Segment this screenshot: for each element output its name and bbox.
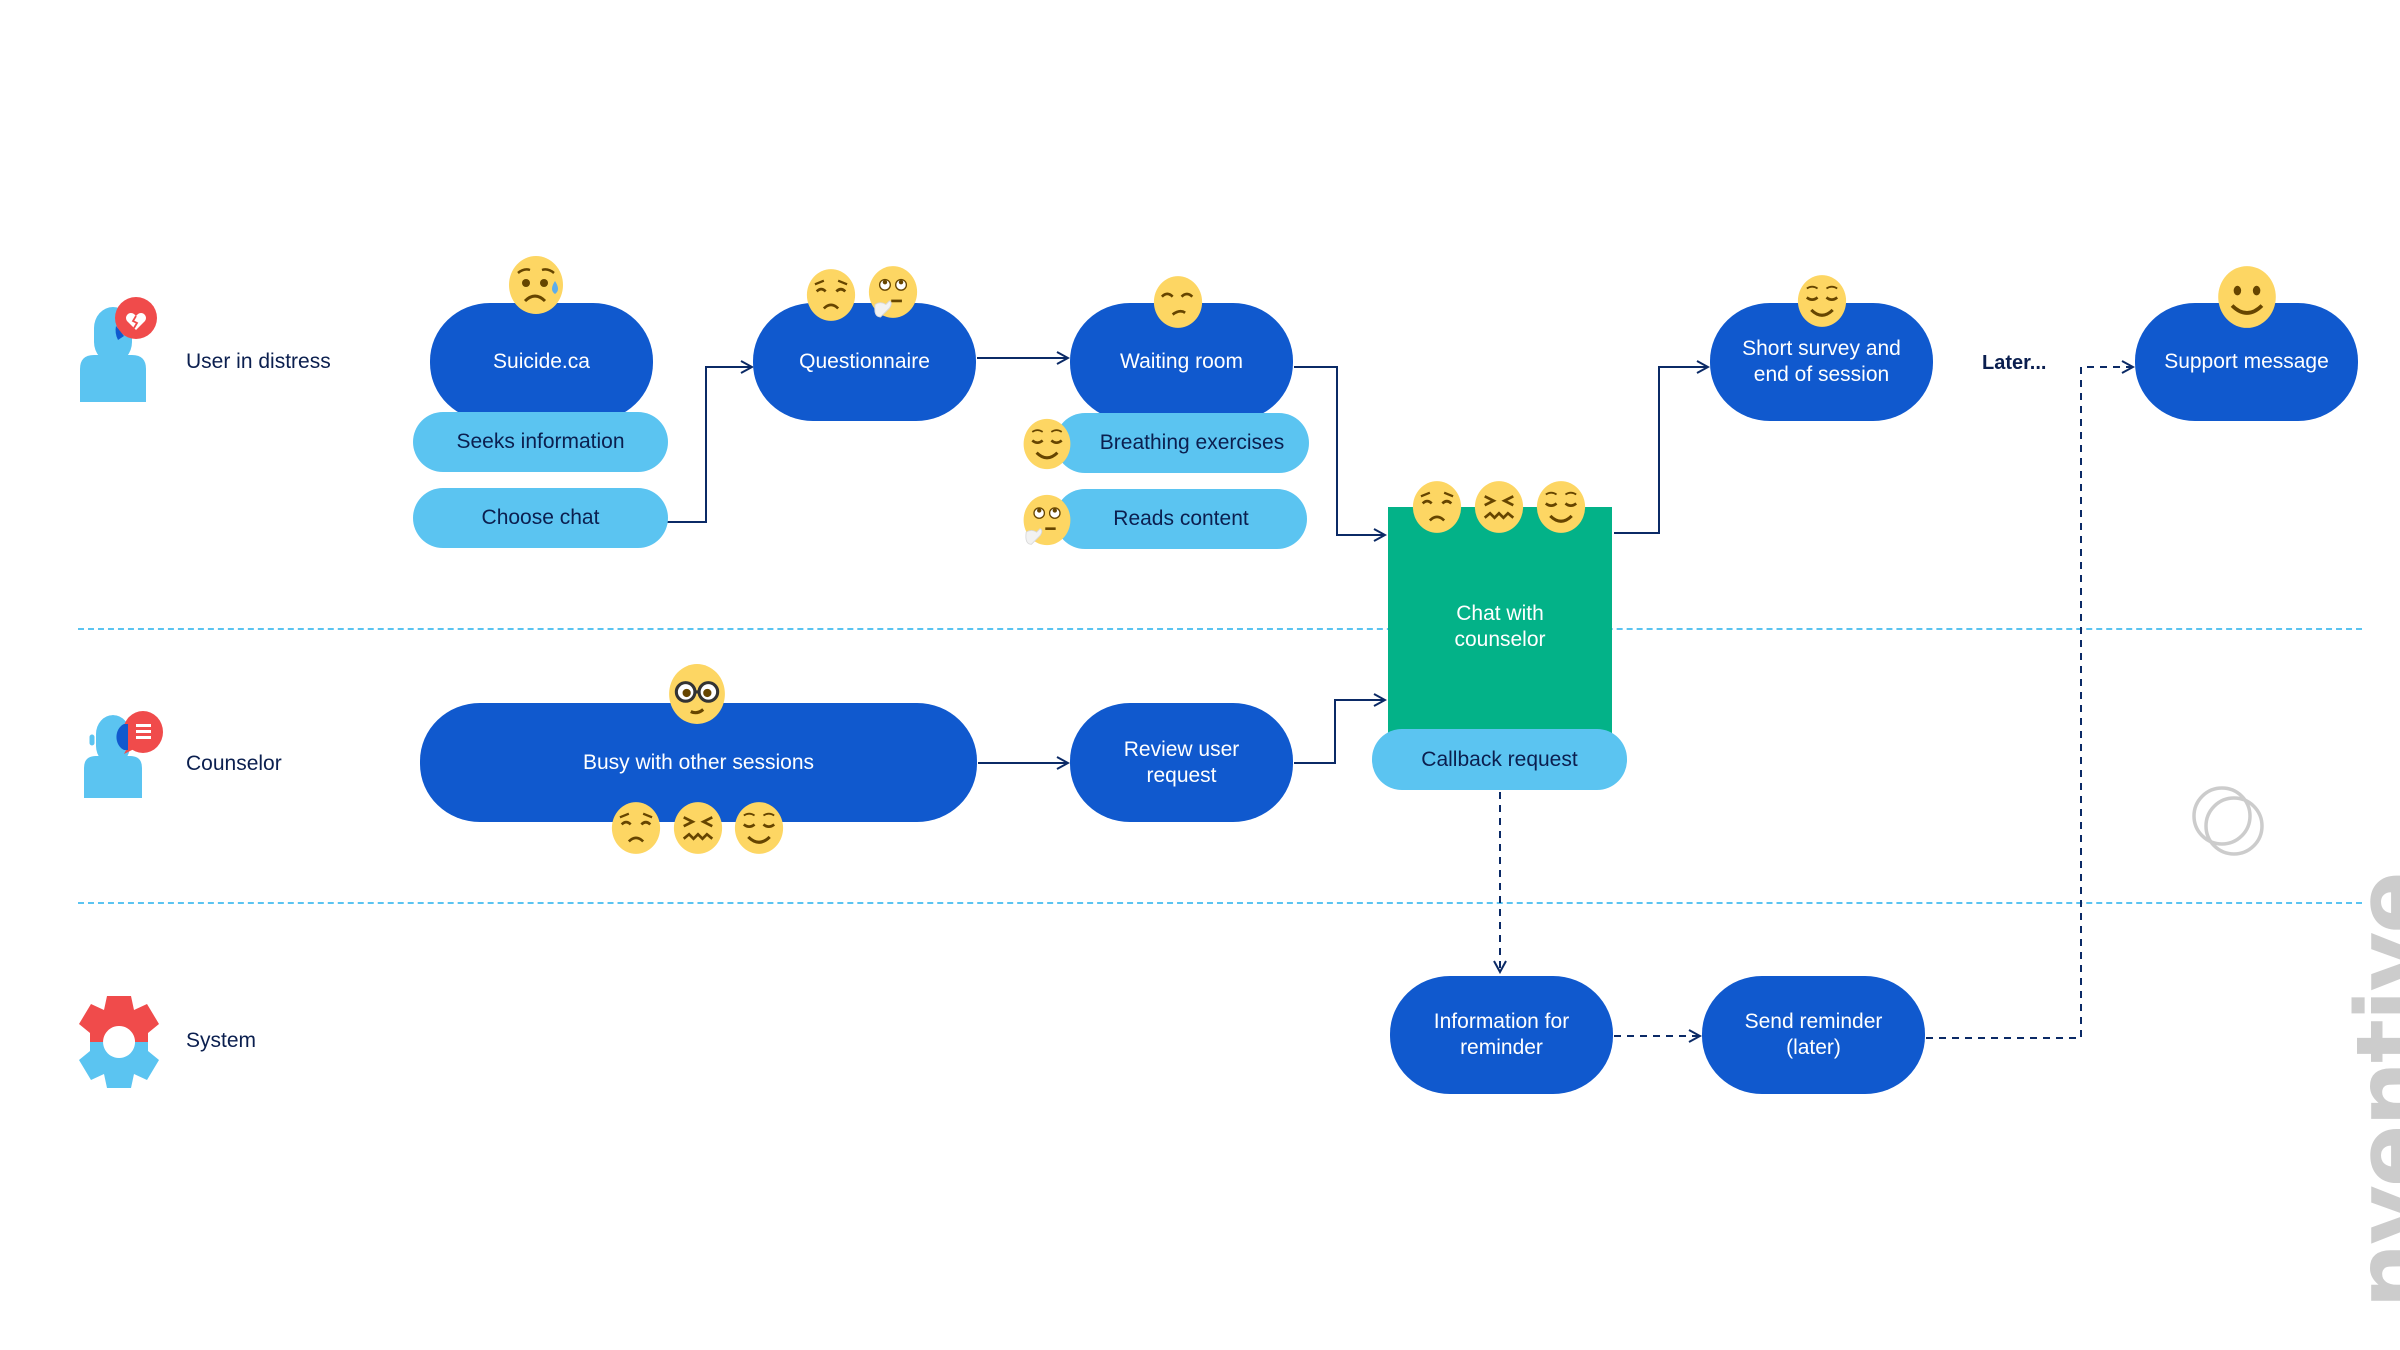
relieved-face-icon xyxy=(1536,481,1586,533)
node-chat-with-counselor[interactable]: Chat with counselor xyxy=(1388,507,1612,747)
node-review-user-request[interactable]: Review user request xyxy=(1070,703,1293,822)
pill-reads-content-label: Reads content xyxy=(1113,507,1249,530)
node-busy-label: Busy with other sessions xyxy=(582,750,815,774)
pill-seeks-information[interactable]: Seeks information xyxy=(413,412,668,472)
node-review-label: Review user request xyxy=(1123,737,1240,787)
connectors xyxy=(667,0,2400,1350)
pill-callback-request[interactable]: Callback request xyxy=(1372,729,1627,790)
node-send-reminder-label: Send reminder (later) xyxy=(1744,1010,1883,1059)
node-suicide-ca-label: Suicide.ca xyxy=(493,350,590,373)
relieved-face-icon xyxy=(1023,418,1071,470)
node-info-reminder-label: Information for reminder xyxy=(1433,1010,1570,1059)
unamused-face-icon xyxy=(1153,276,1203,328)
nerd-glasses-face-icon xyxy=(669,664,725,724)
node-short-survey-label: Short survey and end of session xyxy=(1742,337,1901,386)
node-chat-with-counselor-label: Chat with counselor xyxy=(1454,602,1546,651)
confounded-face-icon xyxy=(1474,481,1524,533)
pill-choose-chat-label: Choose chat xyxy=(481,506,600,529)
node-suicide-ca[interactable]: Suicide.ca xyxy=(430,303,653,421)
thinking-face-icon xyxy=(1023,494,1071,546)
pensive-face-icon xyxy=(1412,481,1462,533)
thinking-face-icon xyxy=(868,266,918,318)
arrow-send-reminder-to-support xyxy=(1926,367,2133,1039)
relieved-face-icon xyxy=(734,802,784,854)
pensive-face-icon xyxy=(611,802,661,854)
smiling-face-icon xyxy=(2218,266,2276,328)
node-support-message-label: Support message xyxy=(2164,350,2329,373)
node-questionnaire[interactable]: Questionnaire xyxy=(753,303,976,421)
sad-sweat-face-icon xyxy=(509,256,563,314)
confounded-face-icon xyxy=(673,802,723,854)
relieved-face-icon xyxy=(1797,275,1847,327)
pill-breathing-exercises-label: Breathing exercises xyxy=(1099,431,1285,454)
later-text: Later... xyxy=(1982,352,2047,374)
node-waiting-room-label: Waiting room xyxy=(1120,350,1243,373)
pill-callback-request-label: Callback request xyxy=(1421,747,1578,771)
node-send-reminder[interactable]: Send reminder (later) xyxy=(1702,976,1925,1094)
pill-breathing-exercises[interactable]: Breathing exercises xyxy=(1055,413,1309,473)
arrow-choose-chat-to-questionnaire xyxy=(667,367,752,523)
arrow-chat-to-survey xyxy=(1614,367,1708,534)
nventive-rings-icon xyxy=(2192,786,2264,856)
pensive-face-icon xyxy=(806,269,856,321)
node-questionnaire-label: Questionnaire xyxy=(799,350,930,373)
pill-reads-content[interactable]: Reads content xyxy=(1055,489,1307,549)
nventive-logo: nventive xyxy=(2336,873,2400,1309)
node-information-for-reminder[interactable]: Information for reminder xyxy=(1390,976,1613,1094)
pill-seeks-information-label: Seeks information xyxy=(456,430,625,453)
pill-choose-chat[interactable]: Choose chat xyxy=(413,488,668,548)
